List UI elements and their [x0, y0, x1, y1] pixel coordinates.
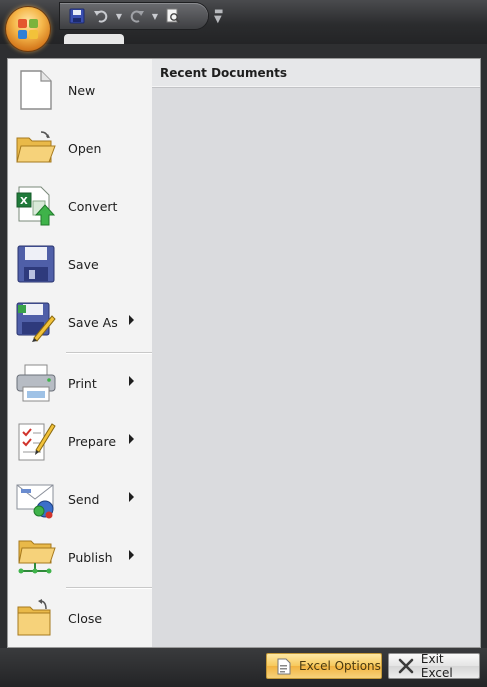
- menu-item-save-as[interactable]: Save As: [8, 295, 152, 349]
- menu-item-save[interactable]: Save: [8, 237, 152, 291]
- close-x-icon: [395, 657, 417, 675]
- menu-footer: Excel Options Exit Excel: [0, 648, 487, 687]
- menu-item-new[interactable]: New: [8, 63, 152, 117]
- redo-icon[interactable]: [126, 6, 148, 26]
- svg-text:X: X: [20, 196, 28, 207]
- quick-access-toolbar: ▼ ▼: [60, 3, 208, 29]
- recent-documents-header: Recent Documents: [152, 59, 480, 88]
- office-menu: New Open X Convert Save Save As Print Pr…: [7, 58, 481, 648]
- menu-item-label: Open: [68, 140, 102, 156]
- customize-toolbar-icon[interactable]: ▬ ▼: [214, 7, 223, 25]
- menu-item-open[interactable]: Open: [8, 121, 152, 175]
- menu-item-label: New: [68, 82, 96, 98]
- menu-item-convert[interactable]: X Convert: [8, 179, 152, 233]
- submenu-arrow-icon: [129, 315, 134, 325]
- print-preview-icon[interactable]: [162, 6, 184, 26]
- menu-item-publish[interactable]: Publish: [8, 530, 152, 584]
- send-icon: [14, 477, 58, 521]
- excel-options-button[interactable]: Excel Options: [266, 653, 382, 679]
- menu-item-prepare[interactable]: Prepare: [8, 414, 152, 468]
- undo-dropdown-icon[interactable]: ▼: [114, 12, 124, 21]
- office-logo-icon: [18, 19, 38, 39]
- menu-item-label: Print: [68, 375, 97, 391]
- menu-separator: [66, 587, 152, 589]
- publish-folder-icon: [14, 535, 58, 579]
- menu-item-label: Convert: [68, 198, 118, 214]
- menu-item-label: Save: [68, 256, 99, 272]
- submenu-arrow-icon: [129, 492, 134, 502]
- menu-item-send[interactable]: Send: [8, 472, 152, 526]
- redo-dropdown-icon[interactable]: ▼: [150, 12, 160, 21]
- options-document-icon: [273, 657, 295, 675]
- menu-item-label: Send: [68, 491, 100, 507]
- excel-options-label: Excel Options: [299, 659, 381, 673]
- open-folder-icon: [14, 126, 58, 170]
- new-document-icon: [14, 68, 58, 112]
- menu-item-label: Close: [68, 610, 103, 626]
- menu-item-label: Prepare: [68, 433, 117, 449]
- exit-excel-label: Exit Excel: [420, 652, 453, 680]
- submenu-arrow-icon: [129, 376, 134, 386]
- undo-icon[interactable]: [90, 6, 112, 26]
- exit-excel-button[interactable]: Exit Excel: [388, 652, 480, 680]
- menu-item-close[interactable]: Close: [8, 591, 152, 645]
- office-button[interactable]: [6, 7, 50, 51]
- close-folder-icon: [14, 596, 58, 640]
- menu-item-print[interactable]: Print: [8, 356, 152, 410]
- submenu-arrow-icon: [129, 550, 134, 560]
- menu-item-label: Save As: [68, 314, 118, 330]
- save-disk-icon: [14, 242, 58, 286]
- title-bar: ▼ ▼ ▬ ▼: [0, 0, 487, 44]
- save-as-icon: [14, 300, 58, 344]
- printer-icon: [14, 361, 58, 405]
- convert-icon: X: [14, 184, 58, 228]
- prepare-checklist-icon: [14, 419, 58, 463]
- ribbon-tab-edge: [64, 34, 124, 44]
- menu-separator: [66, 352, 152, 354]
- menu-item-label: Publish: [68, 549, 113, 565]
- recent-documents-pane: Recent Documents: [152, 59, 480, 647]
- command-list: New Open X Convert Save Save As Print Pr…: [8, 59, 153, 647]
- submenu-arrow-icon: [129, 434, 134, 444]
- save-icon[interactable]: [66, 6, 88, 26]
